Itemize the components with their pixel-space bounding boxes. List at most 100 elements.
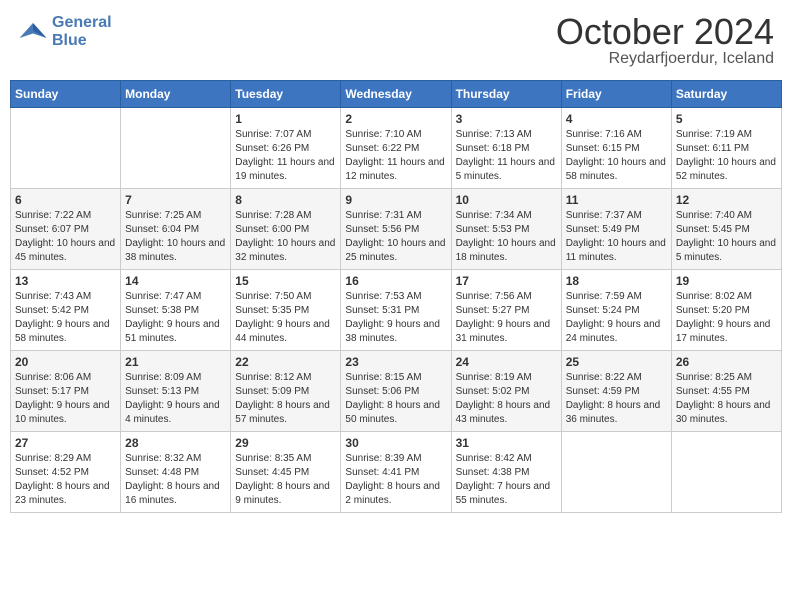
day-number: 1 <box>235 112 336 126</box>
day-info: Sunrise: 7:34 AM Sunset: 5:53 PM Dayligh… <box>456 209 557 265</box>
day-info: Sunrise: 8:39 AM Sunset: 4:41 PM Dayligh… <box>345 452 446 508</box>
calendar-cell: 19 Sunrise: 8:02 AM Sunset: 5:20 PM Dayli… <box>671 270 781 351</box>
calendar-cell: 29 Sunrise: 8:35 AM Sunset: 4:45 PM Dayli… <box>231 432 341 513</box>
location: Reydarfjoerdur, Iceland <box>556 50 774 68</box>
day-info: Sunrise: 8:06 AM Sunset: 5:17 PM Dayligh… <box>15 371 116 427</box>
logo-line2: Blue <box>52 32 87 49</box>
calendar-header-tuesday: Tuesday <box>231 81 341 108</box>
calendar-cell: 10 Sunrise: 7:34 AM Sunset: 5:53 PM Dayli… <box>451 189 561 270</box>
calendar-week-4: 20 Sunrise: 8:06 AM Sunset: 5:17 PM Dayli… <box>11 351 782 432</box>
logo-icon <box>18 17 48 47</box>
calendar-cell: 22 Sunrise: 8:12 AM Sunset: 5:09 PM Dayli… <box>231 351 341 432</box>
day-number: 2 <box>345 112 446 126</box>
calendar-header-saturday: Saturday <box>671 81 781 108</box>
day-number: 9 <box>345 193 446 207</box>
calendar-cell: 5 Sunrise: 7:19 AM Sunset: 6:11 PM Daylig… <box>671 108 781 189</box>
day-info: Sunrise: 7:37 AM Sunset: 5:49 PM Dayligh… <box>566 209 667 265</box>
day-number: 8 <box>235 193 336 207</box>
calendar-week-2: 6Sunrise: 7:22 AM Sunset: 6:07 PM Daylig… <box>11 189 782 270</box>
day-info: Sunrise: 8:15 AM Sunset: 5:06 PM Dayligh… <box>345 371 446 427</box>
day-info: Sunrise: 7:53 AM Sunset: 5:31 PM Dayligh… <box>345 290 446 346</box>
day-number: 3 <box>456 112 557 126</box>
calendar-cell <box>121 108 231 189</box>
day-number: 19 <box>676 274 777 288</box>
day-info: Sunrise: 7:56 AM Sunset: 5:27 PM Dayligh… <box>456 290 557 346</box>
calendar-cell: 14Sunrise: 7:47 AM Sunset: 5:38 PM Dayli… <box>121 270 231 351</box>
calendar-cell: 3 Sunrise: 7:13 AM Sunset: 6:18 PM Daylig… <box>451 108 561 189</box>
day-number: 4 <box>566 112 667 126</box>
calendar-cell: 24 Sunrise: 8:19 AM Sunset: 5:02 PM Dayli… <box>451 351 561 432</box>
calendar-cell: 6Sunrise: 7:22 AM Sunset: 6:07 PM Daylig… <box>11 189 121 270</box>
calendar-week-5: 27 Sunrise: 8:29 AM Sunset: 4:52 PM Dayli… <box>11 432 782 513</box>
day-info: Sunrise: 8:09 AM Sunset: 5:13 PM Dayligh… <box>125 371 226 427</box>
day-number: 13 <box>15 274 116 288</box>
day-info: Sunrise: 7:47 AM Sunset: 5:38 PM Dayligh… <box>125 290 226 346</box>
day-number: 16 <box>345 274 446 288</box>
day-number: 24 <box>456 355 557 369</box>
day-info: Sunrise: 7:07 AM Sunset: 6:26 PM Dayligh… <box>235 128 336 184</box>
calendar-header-friday: Friday <box>561 81 671 108</box>
calendar-cell: 23 Sunrise: 8:15 AM Sunset: 5:06 PM Dayli… <box>341 351 451 432</box>
calendar-cell: 12 Sunrise: 7:40 AM Sunset: 5:45 PM Dayli… <box>671 189 781 270</box>
day-info: Sunrise: 8:32 AM Sunset: 4:48 PM Dayligh… <box>125 452 226 508</box>
calendar-table: SundayMondayTuesdayWednesdayThursdayFrid… <box>10 80 782 513</box>
day-info: Sunrise: 8:35 AM Sunset: 4:45 PM Dayligh… <box>235 452 336 508</box>
calendar-cell: 8Sunrise: 7:28 AM Sunset: 6:00 PM Daylig… <box>231 189 341 270</box>
calendar-header-row: SundayMondayTuesdayWednesdayThursdayFrid… <box>11 81 782 108</box>
page-header: General Blue October 2024 Reydarfjoerdur… <box>10 10 782 72</box>
calendar-cell <box>561 432 671 513</box>
day-number: 10 <box>456 193 557 207</box>
calendar-cell: 31Sunrise: 8:42 AM Sunset: 4:38 PM Dayli… <box>451 432 561 513</box>
day-info: Sunrise: 7:59 AM Sunset: 5:24 PM Dayligh… <box>566 290 667 346</box>
calendar-cell: 27 Sunrise: 8:29 AM Sunset: 4:52 PM Dayli… <box>11 432 121 513</box>
day-number: 5 <box>676 112 777 126</box>
day-number: 12 <box>676 193 777 207</box>
day-info: Sunrise: 8:02 AM Sunset: 5:20 PM Dayligh… <box>676 290 777 346</box>
logo: General Blue <box>18 14 112 49</box>
day-info: Sunrise: 8:42 AM Sunset: 4:38 PM Dayligh… <box>456 452 557 508</box>
day-info: Sunrise: 8:25 AM Sunset: 4:55 PM Dayligh… <box>676 371 777 427</box>
calendar-cell: 7 Sunrise: 7:25 AM Sunset: 6:04 PM Daylig… <box>121 189 231 270</box>
day-number: 21 <box>125 355 226 369</box>
day-number: 22 <box>235 355 336 369</box>
day-info: Sunrise: 8:29 AM Sunset: 4:52 PM Dayligh… <box>15 452 116 508</box>
day-info: Sunrise: 7:50 AM Sunset: 5:35 PM Dayligh… <box>235 290 336 346</box>
month-title: October 2024 <box>556 14 774 50</box>
day-info: Sunrise: 8:19 AM Sunset: 5:02 PM Dayligh… <box>456 371 557 427</box>
day-info: Sunrise: 7:40 AM Sunset: 5:45 PM Dayligh… <box>676 209 777 265</box>
calendar-cell: 21 Sunrise: 8:09 AM Sunset: 5:13 PM Dayli… <box>121 351 231 432</box>
day-number: 11 <box>566 193 667 207</box>
day-number: 23 <box>345 355 446 369</box>
day-info: Sunrise: 8:12 AM Sunset: 5:09 PM Dayligh… <box>235 371 336 427</box>
day-info: Sunrise: 7:31 AM Sunset: 5:56 PM Dayligh… <box>345 209 446 265</box>
day-number: 7 <box>125 193 226 207</box>
calendar-week-3: 13Sunrise: 7:43 AM Sunset: 5:42 PM Dayli… <box>11 270 782 351</box>
day-info: Sunrise: 7:25 AM Sunset: 6:04 PM Dayligh… <box>125 209 226 265</box>
calendar-cell: 28 Sunrise: 8:32 AM Sunset: 4:48 PM Dayli… <box>121 432 231 513</box>
day-info: Sunrise: 7:22 AM Sunset: 6:07 PM Dayligh… <box>15 209 116 265</box>
day-number: 17 <box>456 274 557 288</box>
day-number: 29 <box>235 436 336 450</box>
calendar-header-sunday: Sunday <box>11 81 121 108</box>
day-number: 28 <box>125 436 226 450</box>
calendar-cell: 11 Sunrise: 7:37 AM Sunset: 5:49 PM Dayli… <box>561 189 671 270</box>
day-info: Sunrise: 7:10 AM Sunset: 6:22 PM Dayligh… <box>345 128 446 184</box>
calendar-header-wednesday: Wednesday <box>341 81 451 108</box>
day-info: Sunrise: 7:19 AM Sunset: 6:11 PM Dayligh… <box>676 128 777 184</box>
day-number: 27 <box>15 436 116 450</box>
calendar-header-thursday: Thursday <box>451 81 561 108</box>
calendar-cell: 2 Sunrise: 7:10 AM Sunset: 6:22 PM Daylig… <box>341 108 451 189</box>
calendar-cell <box>671 432 781 513</box>
title-block: October 2024 Reydarfjoerdur, Iceland <box>556 14 774 68</box>
calendar-cell: 9 Sunrise: 7:31 AM Sunset: 5:56 PM Daylig… <box>341 189 451 270</box>
calendar-cell: 1 Sunrise: 7:07 AM Sunset: 6:26 PM Daylig… <box>231 108 341 189</box>
logo-text: General Blue <box>52 14 112 49</box>
calendar-cell: 16 Sunrise: 7:53 AM Sunset: 5:31 PM Dayli… <box>341 270 451 351</box>
day-info: Sunrise: 7:16 AM Sunset: 6:15 PM Dayligh… <box>566 128 667 184</box>
day-number: 20 <box>15 355 116 369</box>
calendar-cell: 26Sunrise: 8:25 AM Sunset: 4:55 PM Dayli… <box>671 351 781 432</box>
day-info: Sunrise: 7:13 AM Sunset: 6:18 PM Dayligh… <box>456 128 557 184</box>
day-number: 25 <box>566 355 667 369</box>
calendar-cell: 13Sunrise: 7:43 AM Sunset: 5:42 PM Dayli… <box>11 270 121 351</box>
calendar-cell: 20 Sunrise: 8:06 AM Sunset: 5:17 PM Dayli… <box>11 351 121 432</box>
